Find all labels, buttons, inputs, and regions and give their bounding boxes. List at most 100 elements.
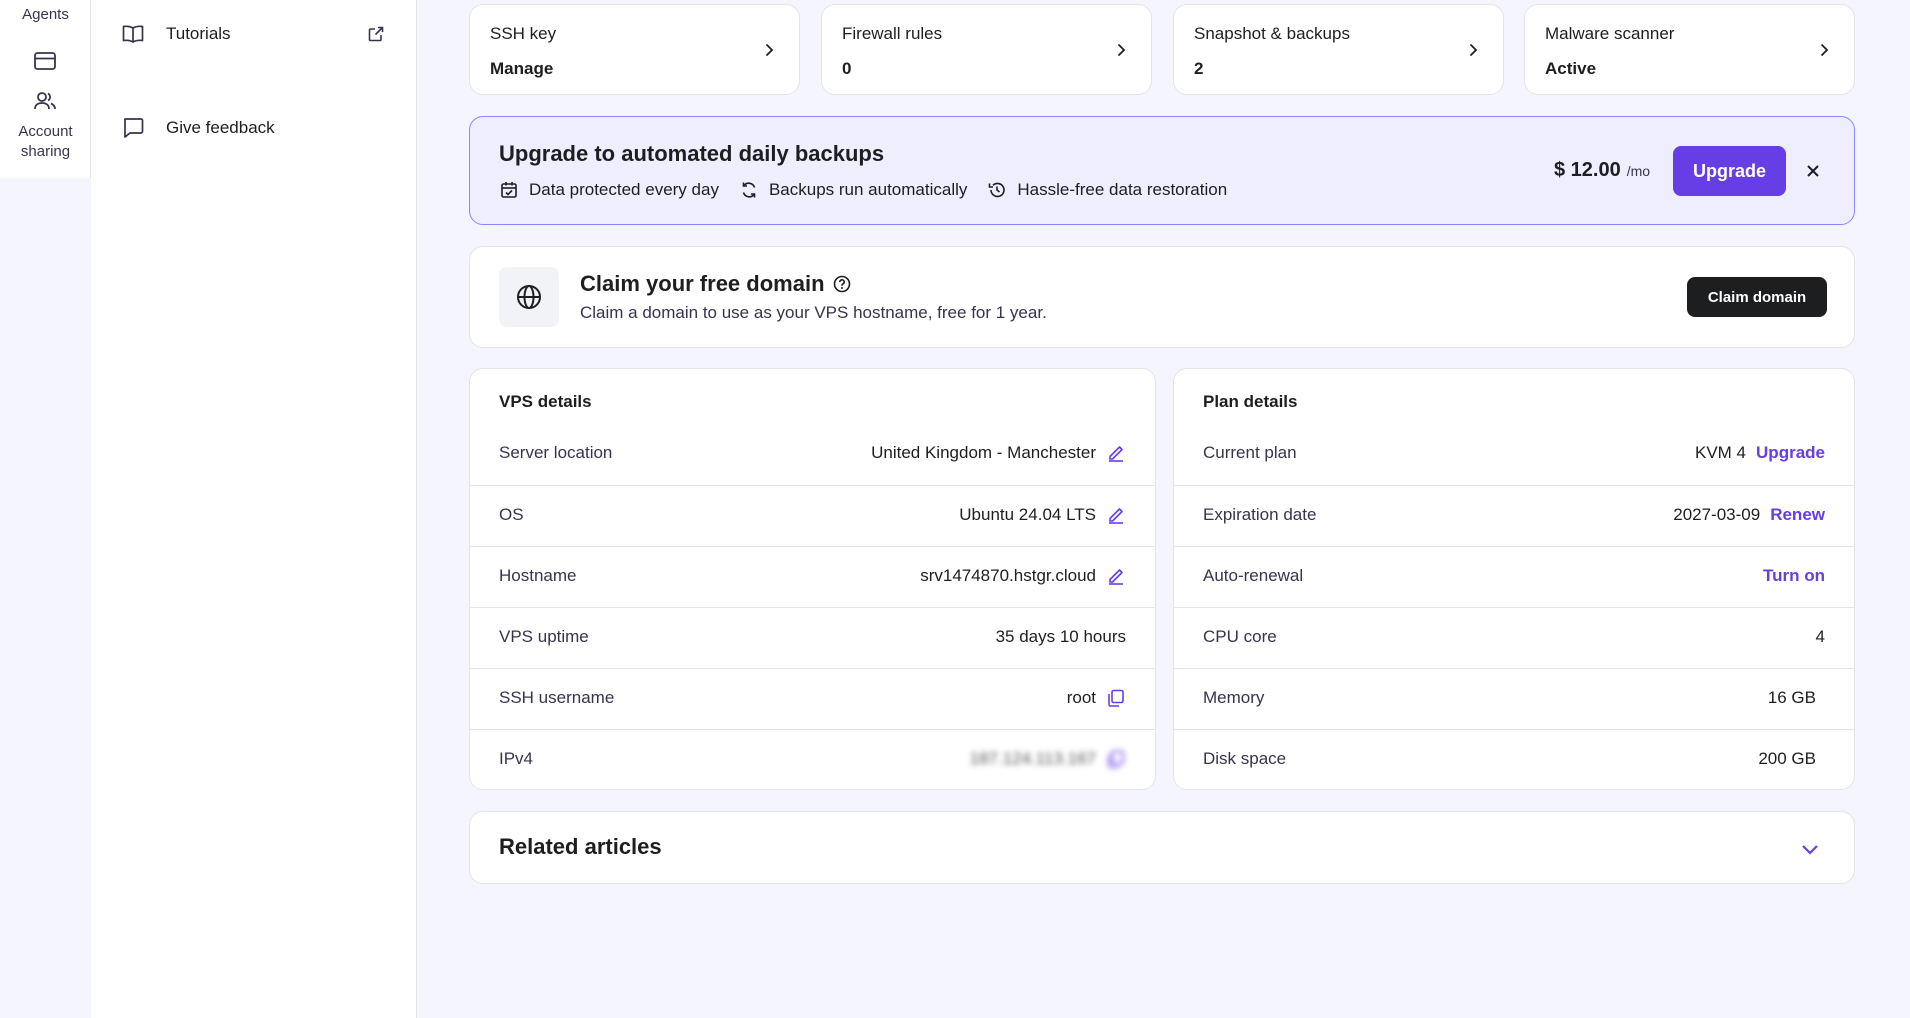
row-label: Disk space bbox=[1203, 749, 1287, 768]
row-value-group: 2027-03-09 Renew bbox=[1673, 505, 1825, 525]
domain-subtitle: Claim a domain to use as your VPS hostna… bbox=[580, 303, 1047, 322]
stat-value: 2 bbox=[1194, 59, 1204, 78]
row-value-group: 4 bbox=[1816, 627, 1825, 647]
vps-row-server-location: Server location United Kingdom - Manches… bbox=[470, 424, 1155, 485]
sidebar-item-label: Give feedback bbox=[166, 118, 275, 137]
promo-feature-label: Hassle-free data restoration bbox=[1017, 180, 1228, 199]
upgrade-button[interactable]: Upgrade bbox=[1673, 146, 1786, 196]
stat-card-firewall-rules[interactable]: Firewall rules 0 bbox=[821, 4, 1152, 95]
vps-row-uptime: VPS uptime 35 days 10 hours bbox=[470, 607, 1155, 668]
row-value: 4 bbox=[1815, 627, 1825, 646]
domain-title: Claim your free domain bbox=[580, 271, 851, 297]
row-label: Server location bbox=[499, 443, 613, 462]
row-label: Current plan bbox=[1203, 443, 1297, 462]
calendar-check-icon bbox=[499, 180, 519, 200]
promo-feature: Data protected every day bbox=[499, 180, 719, 200]
promo-feature: Hassle-free data restoration bbox=[987, 180, 1227, 200]
row-label: CPU core bbox=[1203, 627, 1277, 646]
row-value-group: 35 days 10 hours bbox=[996, 627, 1126, 647]
related-articles-title: Related articles bbox=[499, 834, 662, 859]
plan-row-current-plan: Current plan KVM 4 Upgrade bbox=[1174, 424, 1854, 485]
chat-bubble-icon bbox=[121, 116, 145, 140]
copy-icon[interactable] bbox=[1106, 688, 1126, 708]
row-value: Ubuntu 24.04 LTS bbox=[959, 505, 1096, 524]
history-icon bbox=[987, 180, 1007, 200]
chevron-right-icon bbox=[1816, 42, 1832, 58]
plan-row-auto-renewal: Auto-renewal Turn on bbox=[1174, 546, 1854, 607]
stat-label: SSH key bbox=[490, 24, 557, 43]
sidebar-item-tutorials[interactable]: Tutorials bbox=[91, 14, 417, 54]
promo-features: Data protected every day Backups run aut… bbox=[499, 180, 1247, 200]
price-period: /mo bbox=[1626, 163, 1651, 179]
stat-card-snapshot-backups[interactable]: Snapshot & backups 2 bbox=[1173, 4, 1504, 95]
sidebar-item-label: Tutorials bbox=[166, 24, 231, 43]
row-value-group: KVM 4 Upgrade bbox=[1695, 443, 1825, 463]
row-value: 35 days 10 hours bbox=[995, 627, 1126, 646]
domain-title-text: Claim your free domain bbox=[580, 271, 825, 296]
plan-row-memory: Memory 16 GB bbox=[1174, 668, 1854, 729]
upgrade-link[interactable]: Upgrade bbox=[1756, 443, 1825, 463]
help-icon[interactable] bbox=[833, 275, 851, 293]
row-label: VPS uptime bbox=[499, 627, 589, 646]
stat-card-ssh-key[interactable]: SSH key Manage bbox=[469, 4, 800, 95]
chevron-right-icon bbox=[1113, 42, 1129, 58]
edit-icon[interactable] bbox=[1106, 505, 1126, 525]
edit-icon[interactable] bbox=[1106, 566, 1126, 586]
claim-domain-card: Claim your free domain Claim a domain to… bbox=[469, 246, 1855, 348]
vps-row-ipv4: IPv4 187.124.113.167 bbox=[470, 729, 1155, 790]
vps-details-title: VPS details bbox=[499, 392, 592, 411]
chevron-down-icon[interactable] bbox=[1799, 838, 1821, 860]
row-value: srv1474870.hstgr.cloud bbox=[920, 566, 1096, 585]
row-value: United Kingdom - Manchester bbox=[871, 443, 1096, 462]
vps-details-card: VPS details Server location United Kingd… bbox=[469, 368, 1156, 790]
sidebar-item-give-feedback[interactable]: Give feedback bbox=[91, 108, 417, 148]
turn-on-link[interactable]: Turn on bbox=[1763, 566, 1825, 586]
vps-row-os: OS Ubuntu 24.04 LTS bbox=[470, 485, 1155, 546]
stat-value: Active bbox=[1545, 59, 1597, 78]
copy-icon[interactable] bbox=[1106, 749, 1126, 769]
stat-label: Snapshot & backups bbox=[1194, 24, 1350, 43]
row-value-group: 187.124.113.167 bbox=[970, 749, 1126, 769]
row-value-group: 200 GB bbox=[1758, 749, 1816, 769]
claim-domain-button[interactable]: Claim domain bbox=[1687, 277, 1827, 317]
sidebar: Tutorials Give feedback bbox=[91, 0, 417, 1018]
price-amount: $ 12.00 bbox=[1554, 159, 1621, 181]
stat-card-malware-scanner[interactable]: Malware scanner Active bbox=[1524, 4, 1855, 95]
credit-card-icon[interactable] bbox=[32, 48, 58, 74]
row-value: 200 GB bbox=[1758, 749, 1816, 768]
rail-account-sharing-label[interactable]: Account sharing bbox=[0, 122, 91, 162]
rail-agents-label[interactable]: Agents bbox=[0, 6, 91, 23]
plan-row-disk-space: Disk space 200 GB bbox=[1174, 729, 1854, 790]
row-label: Auto-renewal bbox=[1203, 566, 1304, 585]
close-icon[interactable] bbox=[1801, 159, 1825, 183]
main-content: SSH key Manage Firewall rules 0 Snapshot… bbox=[418, 0, 1910, 1018]
row-value: 2027-03-09 bbox=[1673, 505, 1761, 524]
row-label: Hostname bbox=[499, 566, 577, 585]
users-icon[interactable] bbox=[32, 88, 58, 114]
stat-value: Manage bbox=[490, 59, 554, 78]
promo-title: Upgrade to automated daily backups bbox=[499, 141, 885, 166]
plan-row-expiration-date: Expiration date 2027-03-09 Renew bbox=[1174, 485, 1854, 546]
promo-feature: Backups run automatically bbox=[739, 180, 967, 200]
row-value: root bbox=[1066, 688, 1096, 707]
row-value-group: srv1474870.hstgr.cloud bbox=[920, 566, 1126, 586]
row-label: SSH username bbox=[499, 688, 615, 707]
globe-icon bbox=[499, 267, 559, 327]
related-articles-accordion[interactable]: Related articles bbox=[469, 811, 1855, 884]
row-value-group: root bbox=[1067, 688, 1126, 708]
row-label: Expiration date bbox=[1203, 505, 1317, 524]
plan-details-card: Plan details Current plan KVM 4 Upgrade … bbox=[1173, 368, 1855, 790]
edit-icon[interactable] bbox=[1106, 443, 1126, 463]
row-value: KVM 4 bbox=[1695, 443, 1747, 462]
row-value: 187.124.113.167 bbox=[969, 749, 1096, 768]
row-value-group: 16 GB bbox=[1768, 688, 1816, 708]
stat-value: 0 bbox=[842, 59, 852, 78]
row-value-group: United Kingdom - Manchester bbox=[871, 443, 1126, 463]
external-link-icon bbox=[367, 25, 385, 43]
book-icon bbox=[121, 22, 145, 46]
plan-row-cpu-core: CPU core 4 bbox=[1174, 607, 1854, 668]
sync-icon bbox=[739, 180, 759, 200]
stat-label: Firewall rules bbox=[842, 24, 943, 43]
renew-link[interactable]: Renew bbox=[1770, 505, 1825, 525]
left-rail: Agents Account sharing bbox=[0, 0, 91, 178]
